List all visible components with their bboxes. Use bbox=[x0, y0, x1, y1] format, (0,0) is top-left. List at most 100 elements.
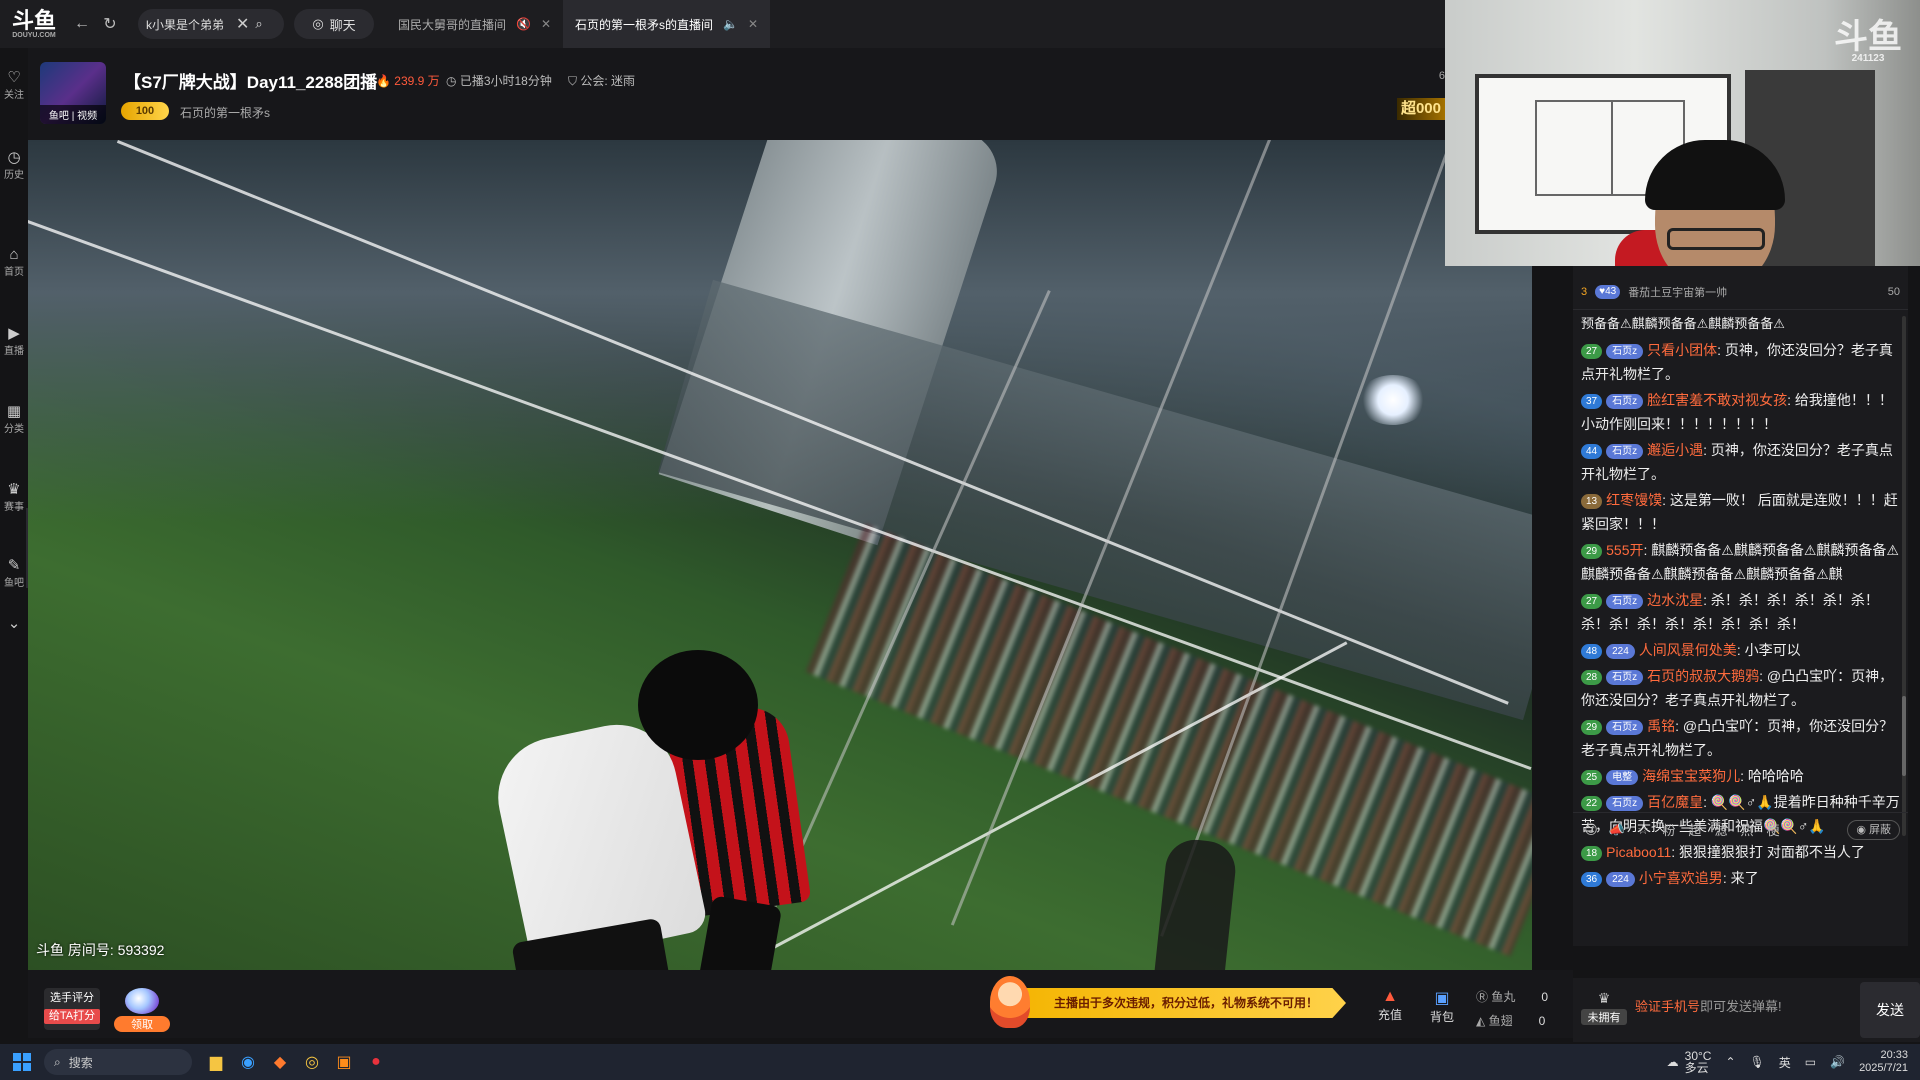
user-level-badge: 27 bbox=[1581, 593, 1603, 609]
chat-partial-line: 预备备⚠麒麟预备备⚠麒麟预备备⚠ bbox=[1581, 316, 1785, 331]
search-input[interactable] bbox=[146, 17, 230, 31]
sound-icon[interactable]: 🔈 bbox=[723, 17, 738, 31]
douyu-app-icon[interactable]: ▣ bbox=[328, 1044, 360, 1080]
chat-message[interactable]: 36 224 小宁喜欢追男: 来了 bbox=[1581, 866, 1900, 890]
sidebar-item-events[interactable]: ♛ 赛事 bbox=[0, 480, 28, 513]
super-badge[interactable]: 超000 bbox=[1396, 98, 1445, 120]
volume-icon[interactable]: 🔊 bbox=[1830, 1055, 1845, 1069]
video-player[interactable]: 斗鱼 房间号: 593392 bbox=[28, 140, 1532, 970]
tab-room-1[interactable]: 国民大舅哥的直播间 🔇 ✕ bbox=[386, 0, 563, 48]
sidebar-item-label: 首页 bbox=[4, 267, 24, 278]
sidebar-item-history[interactable]: ◷ 历史 bbox=[0, 148, 28, 181]
left-sidebar: ♡ 关注 ◷ 历史 ⌂ 首页 ▶ 直播 ▦ 分类 ♛ 赛事 ✎ 鱼吧 ⌄ bbox=[0, 48, 28, 1038]
mute-icon[interactable]: 🔇 bbox=[516, 17, 531, 31]
chat-rank-row[interactable]: 3 ♥43 番茄土豆宇宙第一帅 50 bbox=[1573, 274, 1908, 310]
taskbar-search[interactable]: ⌕ 搜索 bbox=[44, 1049, 192, 1075]
taskbar-search-label: 搜索 bbox=[68, 1055, 93, 1070]
sidebar-item-follow[interactable]: ♡ 关注 bbox=[0, 68, 28, 101]
system-clock[interactable]: 20:33 2025/7/21 bbox=[1859, 1049, 1908, 1075]
chat-message[interactable]: 29 石页z 禹铭: @凸凸宝吖：页神，你还没回分？老子真点开礼物栏了。 bbox=[1581, 714, 1900, 762]
chat-nickname[interactable]: 石页的叔叔大鹅鸦 bbox=[1647, 668, 1759, 684]
hot-button[interactable]: 热 bbox=[1737, 820, 1757, 840]
sidebar-item-category[interactable]: ▦ 分类 bbox=[0, 402, 28, 435]
chat-message[interactable]: 48 224 人间风景何处美: 小李可以 bbox=[1581, 638, 1900, 662]
streamer-name[interactable]: 石页的第一根矛s bbox=[180, 104, 270, 121]
chat-input-field[interactable]: 验证手机号即可发送弹幕! bbox=[1635, 988, 1835, 1032]
chat-message[interactable]: 27 石页z 边水沈星: 杀！杀！杀！杀！杀！杀！杀！杀！杀！杀！杀！杀！杀！杀！ bbox=[1581, 588, 1900, 636]
sidebar-item-home[interactable]: ⌂ 首页 bbox=[0, 246, 28, 278]
chat-nickname[interactable]: 红枣馒馍 bbox=[1606, 492, 1662, 508]
chat-message[interactable]: 13 红枣馒馍: 这是第一败！ 后面就是连败！！！赶紧回家！！！ bbox=[1581, 488, 1900, 536]
emoji-icon[interactable]: 😊 bbox=[1581, 820, 1601, 840]
sidebar-item-fishbar[interactable]: ✎ 鱼吧 bbox=[0, 556, 28, 589]
sidebar-item-live[interactable]: ▶ 直播 bbox=[0, 324, 28, 357]
webcam-overlay: 斗鱼 241123 bbox=[1445, 0, 1920, 266]
netease-music-icon[interactable]: ● bbox=[360, 1044, 392, 1080]
close-icon[interactable]: ✕ bbox=[541, 17, 551, 31]
refresh-icon[interactable]: ↻ bbox=[96, 10, 124, 38]
chat-scrollbar-thumb[interactable] bbox=[1902, 696, 1906, 776]
avatar-tag[interactable]: 鱼吧 | 视频 bbox=[40, 105, 106, 124]
fan-filter-button[interactable]: 粉 bbox=[1659, 820, 1679, 840]
mascot-icon bbox=[990, 976, 1030, 1028]
chat-nickname[interactable]: 小宁喜欢追男 bbox=[1639, 870, 1723, 886]
chat-message[interactable]: 25 电整 海绵宝宝菜狗儿: 哈哈哈哈 bbox=[1581, 764, 1900, 788]
chrome-icon[interactable]: ◎ bbox=[296, 1044, 328, 1080]
clear-icon[interactable]: ✕ bbox=[236, 14, 249, 34]
chat-nickname[interactable]: 555开 bbox=[1606, 542, 1643, 558]
chat-nickname[interactable]: 邂逅小遇 bbox=[1647, 442, 1703, 458]
network-icon[interactable]: ▭ bbox=[1805, 1055, 1816, 1069]
chat-nickname[interactable]: 百亿魔皇 bbox=[1647, 794, 1703, 810]
microphone-icon[interactable]: 🎙 bbox=[1750, 1055, 1765, 1069]
chat-scrollbar[interactable] bbox=[1902, 316, 1906, 836]
chat-message[interactable]: 29 555开: 麒麟预备备⚠麒麟预备备⚠麒麟预备备⚠麒麟预备备⚠麒麟预备备⚠麒麟… bbox=[1581, 538, 1900, 586]
guild-info[interactable]: ⛉ 公会: 迷雨 bbox=[568, 72, 635, 89]
star-icon[interactable]: ☆ bbox=[1633, 820, 1653, 840]
super-filter-button[interactable]: 超 bbox=[1685, 820, 1705, 840]
chat-nickname[interactable]: 只看小团体 bbox=[1647, 342, 1717, 358]
weather-widget[interactable]: ☁ 30°C 多云 bbox=[1667, 1050, 1712, 1074]
user-level-badge: 13 bbox=[1581, 493, 1603, 509]
chat-nickname[interactable]: Picaboo11 bbox=[1606, 844, 1671, 860]
chat-message-list[interactable]: 预备备⚠麒麟预备备⚠麒麟预备备⚠ 27 石页z 只看小团体: 页神，你还没回分？老子… bbox=[1573, 310, 1908, 890]
chat-button[interactable]: ◎ 聊天 bbox=[294, 9, 374, 39]
shield-button[interactable]: ◉ 屏蔽 bbox=[1847, 819, 1900, 840]
start-button[interactable] bbox=[0, 1044, 44, 1080]
sidebar-item-more[interactable]: ⌄ bbox=[0, 614, 28, 632]
chat-message[interactable]: 27 石页z 只看小团体: 页神，你还没回分？老子真点开礼物栏了。 bbox=[1581, 338, 1900, 386]
close-icon[interactable]: ✕ bbox=[748, 17, 758, 31]
file-explorer-icon[interactable]: ▆ bbox=[200, 1044, 232, 1080]
edge-icon[interactable]: ◉ bbox=[232, 1044, 264, 1080]
chat-colon: : bbox=[1759, 668, 1767, 684]
chat-message[interactable]: 44 石页z 邂逅小遇: 页神，你还没回分？老子真点开礼物栏了。 bbox=[1581, 438, 1900, 486]
category-icon: ▦ bbox=[6, 403, 22, 420]
meme-button[interactable]: 梗 bbox=[1763, 820, 1783, 840]
search-icon[interactable]: ⌕ bbox=[255, 16, 262, 32]
claim-button[interactable]: 领取 bbox=[114, 988, 170, 1032]
input-method[interactable]: 英 bbox=[1779, 1054, 1791, 1071]
fan-badge-selector[interactable]: ♛ 未拥有 bbox=[1581, 990, 1627, 1030]
chat-nickname[interactable]: 海绵宝宝菜狗儿 bbox=[1642, 768, 1740, 784]
rate-player-button[interactable]: 选手评分 给TA打分 bbox=[44, 988, 100, 1030]
back-arrow-icon[interactable]: ← bbox=[68, 10, 96, 38]
chat-message[interactable]: 28 石页z 石页的叔叔大鹅鸦: @凸凸宝吖：页神，你还没回分？老子真点开礼物栏了。 bbox=[1581, 664, 1900, 712]
send-button[interactable]: 发送 bbox=[1860, 982, 1920, 1038]
chat-text: 来了 bbox=[1730, 870, 1759, 886]
chat-nickname[interactable]: 人间风景何处美 bbox=[1639, 642, 1737, 658]
backpack-button[interactable]: ▣ 背包 bbox=[1420, 988, 1464, 1032]
megaphone-icon[interactable]: 📣 bbox=[1607, 820, 1627, 840]
filter-button[interactable]: 滤 bbox=[1711, 820, 1731, 840]
level-badge: 100 bbox=[121, 102, 169, 120]
app-icon[interactable]: ◆ bbox=[264, 1044, 296, 1080]
verify-phone-link[interactable]: 验证手机号 bbox=[1635, 999, 1700, 1014]
tab-room-2[interactable]: 石页的第一根矛s的直播间 🔈 ✕ bbox=[563, 0, 771, 48]
chat-message[interactable]: 37 石页z 脸红害羞不敢对视女孩: 给我撞他！！！小动作刚回来！！！！！！！！ bbox=[1581, 388, 1900, 436]
douyu-logo[interactable]: 斗鱼 DOUYU.COM bbox=[0, 0, 68, 48]
chat-nickname[interactable]: 禹铭 bbox=[1647, 718, 1675, 734]
streamer-avatar[interactable]: 鱼吧 | 视频 bbox=[40, 62, 106, 124]
recharge-button[interactable]: ▲ 充值 bbox=[1368, 988, 1412, 1032]
chevron-up-icon[interactable]: ⌃ bbox=[1725, 1055, 1735, 1069]
chat-nickname[interactable]: 边水沈星 bbox=[1647, 592, 1703, 608]
user-level-badge: 22 bbox=[1581, 795, 1603, 811]
chat-nickname[interactable]: 脸红害羞不敢对视女孩 bbox=[1647, 392, 1787, 408]
